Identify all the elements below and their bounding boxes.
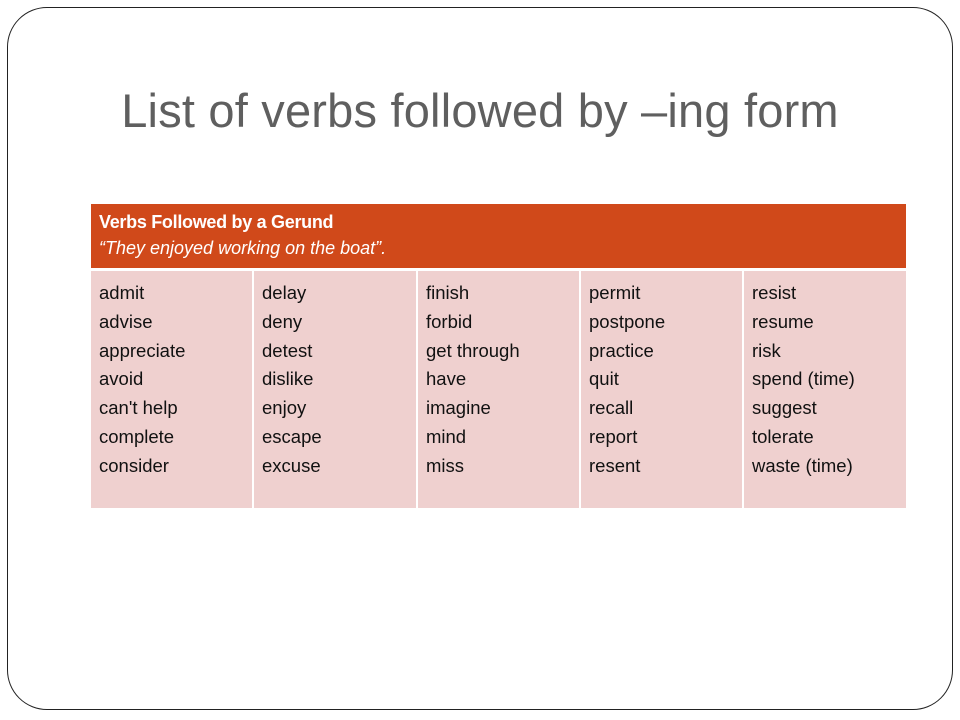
verb-item: enjoy — [262, 397, 307, 419]
verb-item: waste (time) — [752, 454, 853, 476]
verb-item: forbid — [426, 310, 473, 332]
verb-item: spend (time) — [752, 368, 855, 390]
verb-item: delay — [262, 282, 307, 303]
verb-item: admit — [99, 282, 145, 303]
verb-item: have — [426, 368, 467, 390]
verb-item: postpone — [589, 310, 666, 332]
table-column: permit postpone practice quit recall report re… — [581, 271, 744, 508]
verb-item: complete — [99, 425, 175, 447]
verb-item: deny — [262, 310, 303, 332]
verb-item: resume — [752, 310, 814, 332]
verb-item: quit — [589, 368, 619, 390]
table-body: admit advise appreciate avoid can't help comp… — [91, 271, 906, 508]
verb-item: detest — [262, 339, 313, 361]
verb-table: Verbs Followed by a Gerund “They enjoyed… — [91, 204, 906, 508]
verb-item: avoid — [99, 368, 144, 390]
table-column: delay deny detest dislike enjoy escape excuse — [254, 271, 418, 508]
verb-item: recall — [589, 397, 634, 419]
table-column: finish forbid get through have imagine mind mi… — [418, 271, 581, 508]
verb-item: finish — [426, 282, 470, 303]
slide-title: List of verbs followed by –ing form — [121, 84, 839, 137]
verb-item: tolerate — [752, 425, 814, 447]
verb-item: appreciate — [99, 339, 186, 361]
verb-item: risk — [752, 339, 781, 361]
verb-item: escape — [262, 425, 322, 447]
verb-item: permit — [589, 282, 641, 303]
verb-item: mind — [426, 425, 467, 447]
verb-item: miss — [426, 454, 465, 476]
table-column: resist resume risk spend (time) suggest toler… — [744, 271, 906, 508]
verb-item: resent — [589, 454, 641, 476]
table-header-example: “They enjoyed working on the boat”. — [99, 238, 387, 258]
verb-item: report — [589, 425, 638, 447]
table-header-title: Verbs Followed by a Gerund — [99, 212, 334, 232]
verb-item: can't help — [99, 397, 178, 419]
verb-item: advise — [99, 310, 153, 332]
verb-item: get through — [426, 339, 520, 361]
verb-item: resist — [752, 282, 797, 303]
verb-item: dislike — [262, 368, 314, 390]
verb-item: practice — [589, 339, 654, 361]
table-header: Verbs Followed by a Gerund “They enjoyed… — [91, 204, 906, 268]
table-column: admit advise appreciate avoid can't help comp… — [91, 271, 254, 508]
verb-item: excuse — [262, 454, 321, 476]
verb-item: imagine — [426, 397, 491, 419]
verb-item: consider — [99, 454, 169, 476]
verb-item: suggest — [752, 397, 817, 419]
